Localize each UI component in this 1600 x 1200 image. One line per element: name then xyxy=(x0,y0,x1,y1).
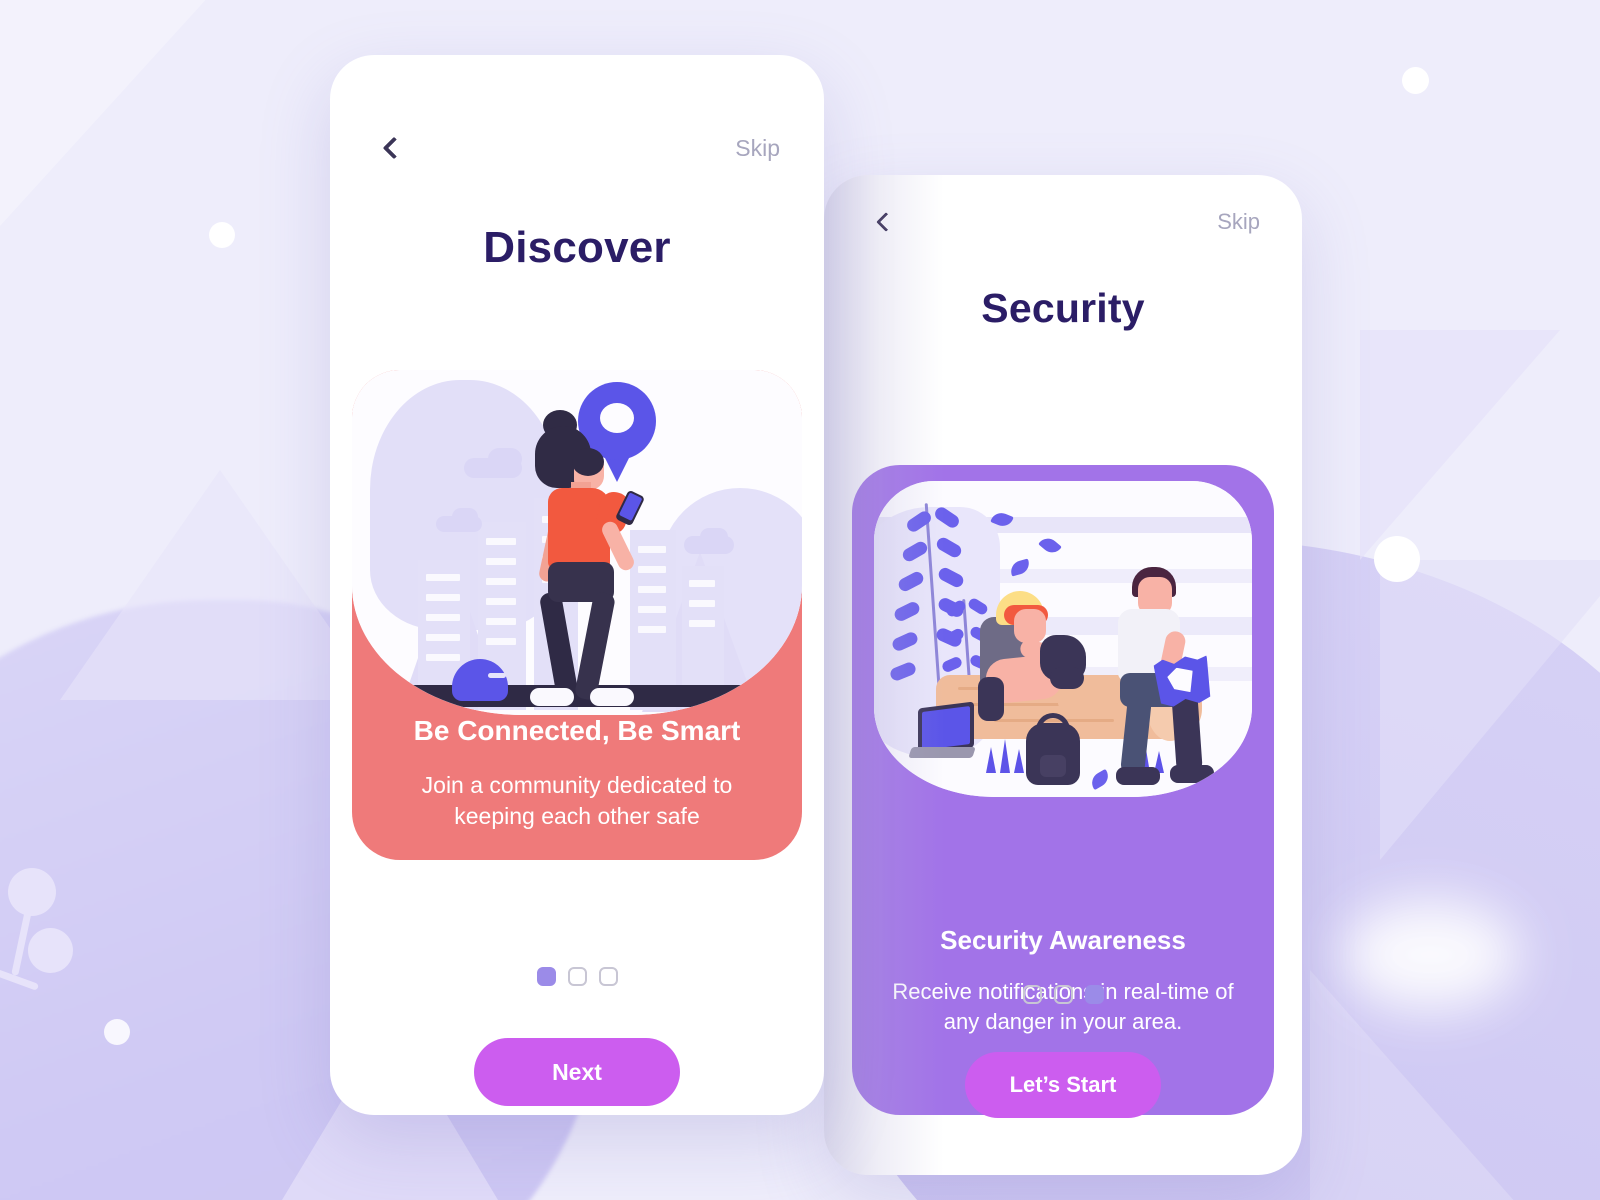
plant-leaf xyxy=(934,535,964,560)
branch-berry xyxy=(8,868,56,916)
pin-hole xyxy=(600,403,634,433)
cloud-icon xyxy=(700,528,728,546)
backpack-pocket xyxy=(1040,755,1066,777)
background-triangle-right-lower xyxy=(1380,560,1600,860)
background-triangle-right-upper xyxy=(1360,330,1560,560)
discover-content-panel: Be Connected, Be Smart Join a community … xyxy=(352,370,802,860)
dog-body xyxy=(1050,667,1084,689)
laptop-base xyxy=(908,747,976,758)
security-top-bar: Skip xyxy=(824,205,1302,239)
discover-top-bar: Skip xyxy=(330,131,824,165)
woman-shoe-back xyxy=(530,688,574,706)
pagination-dot-1[interactable] xyxy=(1022,985,1042,1004)
person-man-shoe-front xyxy=(1116,767,1160,785)
panel-subtitle: Join a community dedicated to keeping ea… xyxy=(421,772,733,830)
skip-button[interactable]: Skip xyxy=(1217,209,1260,235)
pagination-dot-2[interactable] xyxy=(1053,985,1073,1004)
pagination-dot-2[interactable] xyxy=(567,967,587,986)
pagination-dot-3[interactable] xyxy=(598,967,618,986)
plant-leaf xyxy=(900,539,930,564)
chevron-left-icon xyxy=(382,136,405,160)
branch-berry xyxy=(28,928,73,973)
building xyxy=(630,530,676,710)
back-button[interactable] xyxy=(866,205,900,239)
onboarding-screen-discover: Skip Discover Be Connected, Be Smart Joi… xyxy=(330,55,824,1115)
person-man-shoe-back xyxy=(1170,765,1214,783)
woman-shoe-front xyxy=(590,688,634,706)
plant-leaf xyxy=(932,504,962,531)
plant-leaf xyxy=(966,596,990,617)
pagination-dot-3[interactable] xyxy=(1084,985,1104,1004)
page-title: Security xyxy=(981,285,1145,331)
skip-button[interactable]: Skip xyxy=(735,135,780,162)
cloud-icon xyxy=(488,448,522,470)
pagination-dots xyxy=(824,985,1302,1004)
background-dot xyxy=(209,222,235,248)
security-illustration xyxy=(874,481,1252,797)
plant-leaf xyxy=(936,565,966,590)
page-title: Discover xyxy=(483,223,671,272)
person-girl-head xyxy=(1014,609,1046,643)
security-content-panel: Security Awareness Receive notifications… xyxy=(852,465,1274,1115)
grass-blade xyxy=(1014,749,1024,773)
woman-hair-side xyxy=(572,448,604,476)
cloud-icon xyxy=(452,508,478,526)
chevron-left-icon xyxy=(875,212,896,232)
person-girl-shin xyxy=(978,677,1004,721)
panel-title: Security Awareness xyxy=(940,925,1186,955)
pagination-dot-1[interactable] xyxy=(536,967,556,986)
person-girl-sandal xyxy=(1058,697,1104,709)
background-dot xyxy=(1402,67,1429,94)
onboarding-screen-security: Skip Security Security Awareness Receive… xyxy=(824,175,1302,1175)
next-button[interactable]: Next xyxy=(474,1038,680,1106)
grass-blade xyxy=(986,747,996,773)
pagination-dots xyxy=(330,967,824,986)
discover-illustration xyxy=(352,370,802,715)
background-branch-decoration xyxy=(0,800,300,1130)
panel-title: Be Connected, Be Smart xyxy=(413,715,741,746)
back-button[interactable] xyxy=(374,131,408,165)
background-glow xyxy=(1340,900,1520,1010)
grass-blade xyxy=(1000,739,1010,773)
background-dot xyxy=(1374,536,1420,582)
lets-start-button[interactable]: Let’s Start xyxy=(965,1052,1161,1118)
plant-leaf xyxy=(896,569,926,594)
